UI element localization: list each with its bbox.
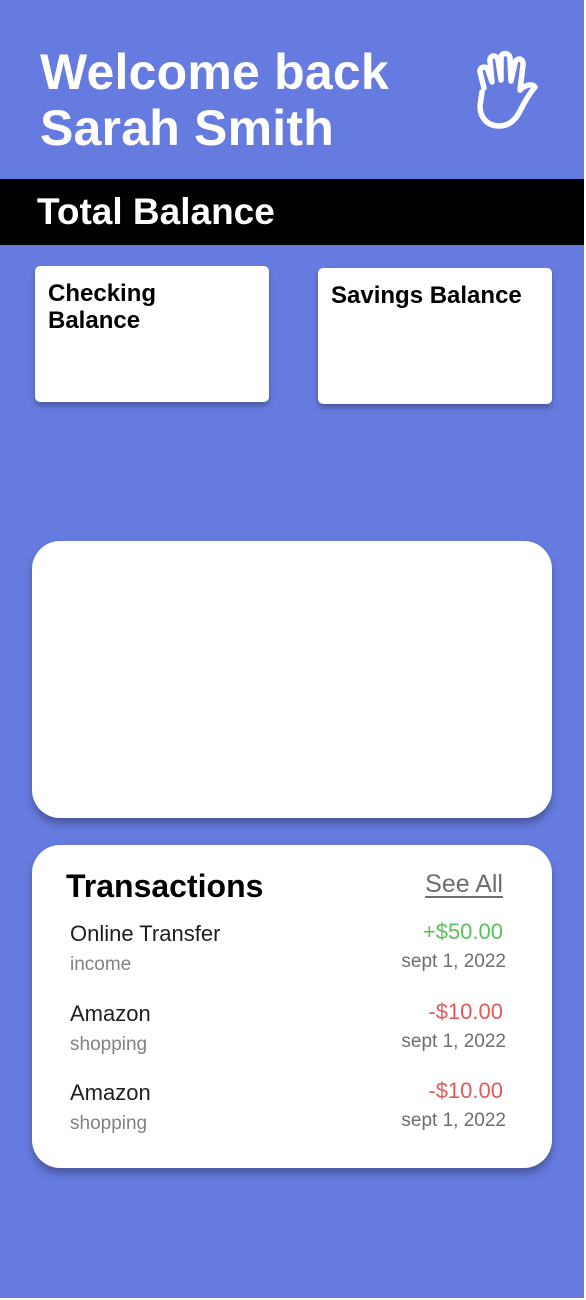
savings-balance-label: Savings Balance [331,282,522,309]
transaction-row[interactable]: Amazon shopping -$10.00 sept 1, 2022 [32,1078,552,1150]
transaction-amount: -$10.00 [428,999,503,1024]
user-name: Sarah Smith [40,100,334,156]
transaction-date: sept 1, 2022 [401,1031,506,1052]
savings-balance-card[interactable]: Savings Balance [318,268,552,404]
app-screen: Welcome back Sarah Smith Total Balance C… [0,0,584,1298]
transaction-category: shopping [70,1113,148,1134]
waving-hand-icon [477,50,538,129]
chart-card [32,541,552,818]
total-balance-label: Total Balance [37,191,275,232]
transaction-amount: +$50.00 [422,919,503,944]
transaction-name: Amazon [70,1001,151,1026]
transaction-row[interactable]: Amazon shopping -$10.00 sept 1, 2022 [32,999,552,1071]
transaction-name: Online Transfer [70,921,221,946]
transaction-amount: -$10.00 [428,1078,503,1103]
total-balance-bar: Total Balance [0,179,584,245]
checking-balance-label: Checking Balance [48,280,157,334]
see-all-link[interactable]: See All [425,869,503,899]
transactions-title: Transactions [66,868,264,904]
transaction-date: sept 1, 2022 [401,951,506,972]
transactions-card: Transactions See All Online Transfer inc… [32,845,552,1168]
transaction-name: Amazon [70,1080,151,1105]
transaction-category: shopping [70,1034,148,1055]
welcome-heading: Welcome back Sarah Smith [40,44,389,156]
transaction-row[interactable]: Online Transfer income +$50.00 sept 1, 2… [32,919,552,991]
transaction-category: income [70,954,132,975]
transaction-date: sept 1, 2022 [401,1110,506,1131]
checking-balance-card[interactable]: Checking Balance [35,266,269,402]
welcome-greeting: Welcome back [40,44,389,100]
